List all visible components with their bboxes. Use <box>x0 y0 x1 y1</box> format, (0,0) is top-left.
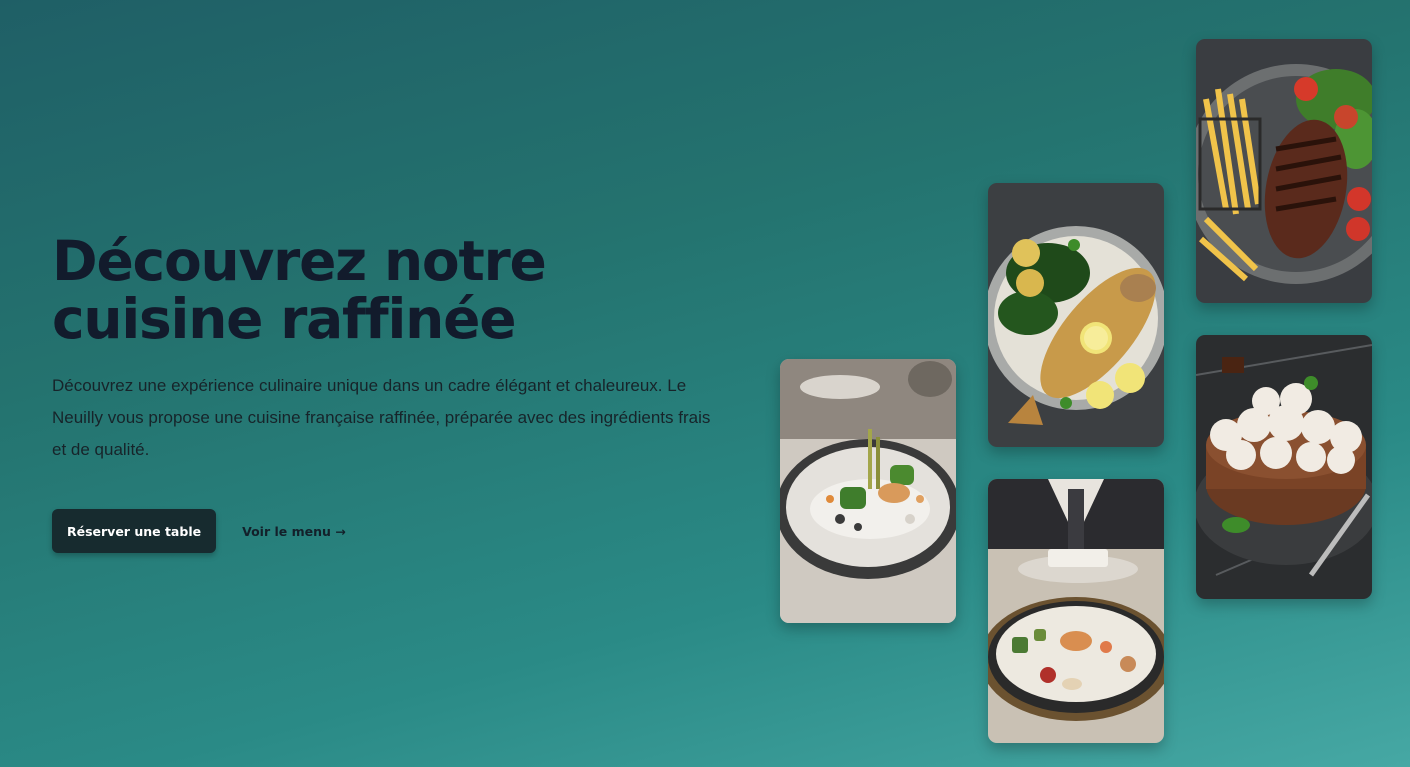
fine-dining-plate-photo <box>988 479 1164 743</box>
reserve-table-button[interactable]: Réserver une table <box>52 509 217 553</box>
hero-section: Découvrez notre cuisine raffinée Découvr… <box>52 232 732 466</box>
hero-actions: Réserver une table Voir le menu → <box>52 509 346 553</box>
hero-description: Découvrez une expérience culinaire uniqu… <box>52 376 711 459</box>
hero-title: Découvrez notre cuisine raffinée <box>52 229 547 351</box>
chocolate-mousse-cake-photo <box>1196 335 1372 599</box>
view-menu-link[interactable]: Voir le menu → <box>242 524 346 539</box>
gourmet-vegetable-plate-photo <box>780 359 956 623</box>
steak-fries-photo <box>1196 39 1372 303</box>
grilled-fish-lemon-photo <box>988 183 1164 447</box>
